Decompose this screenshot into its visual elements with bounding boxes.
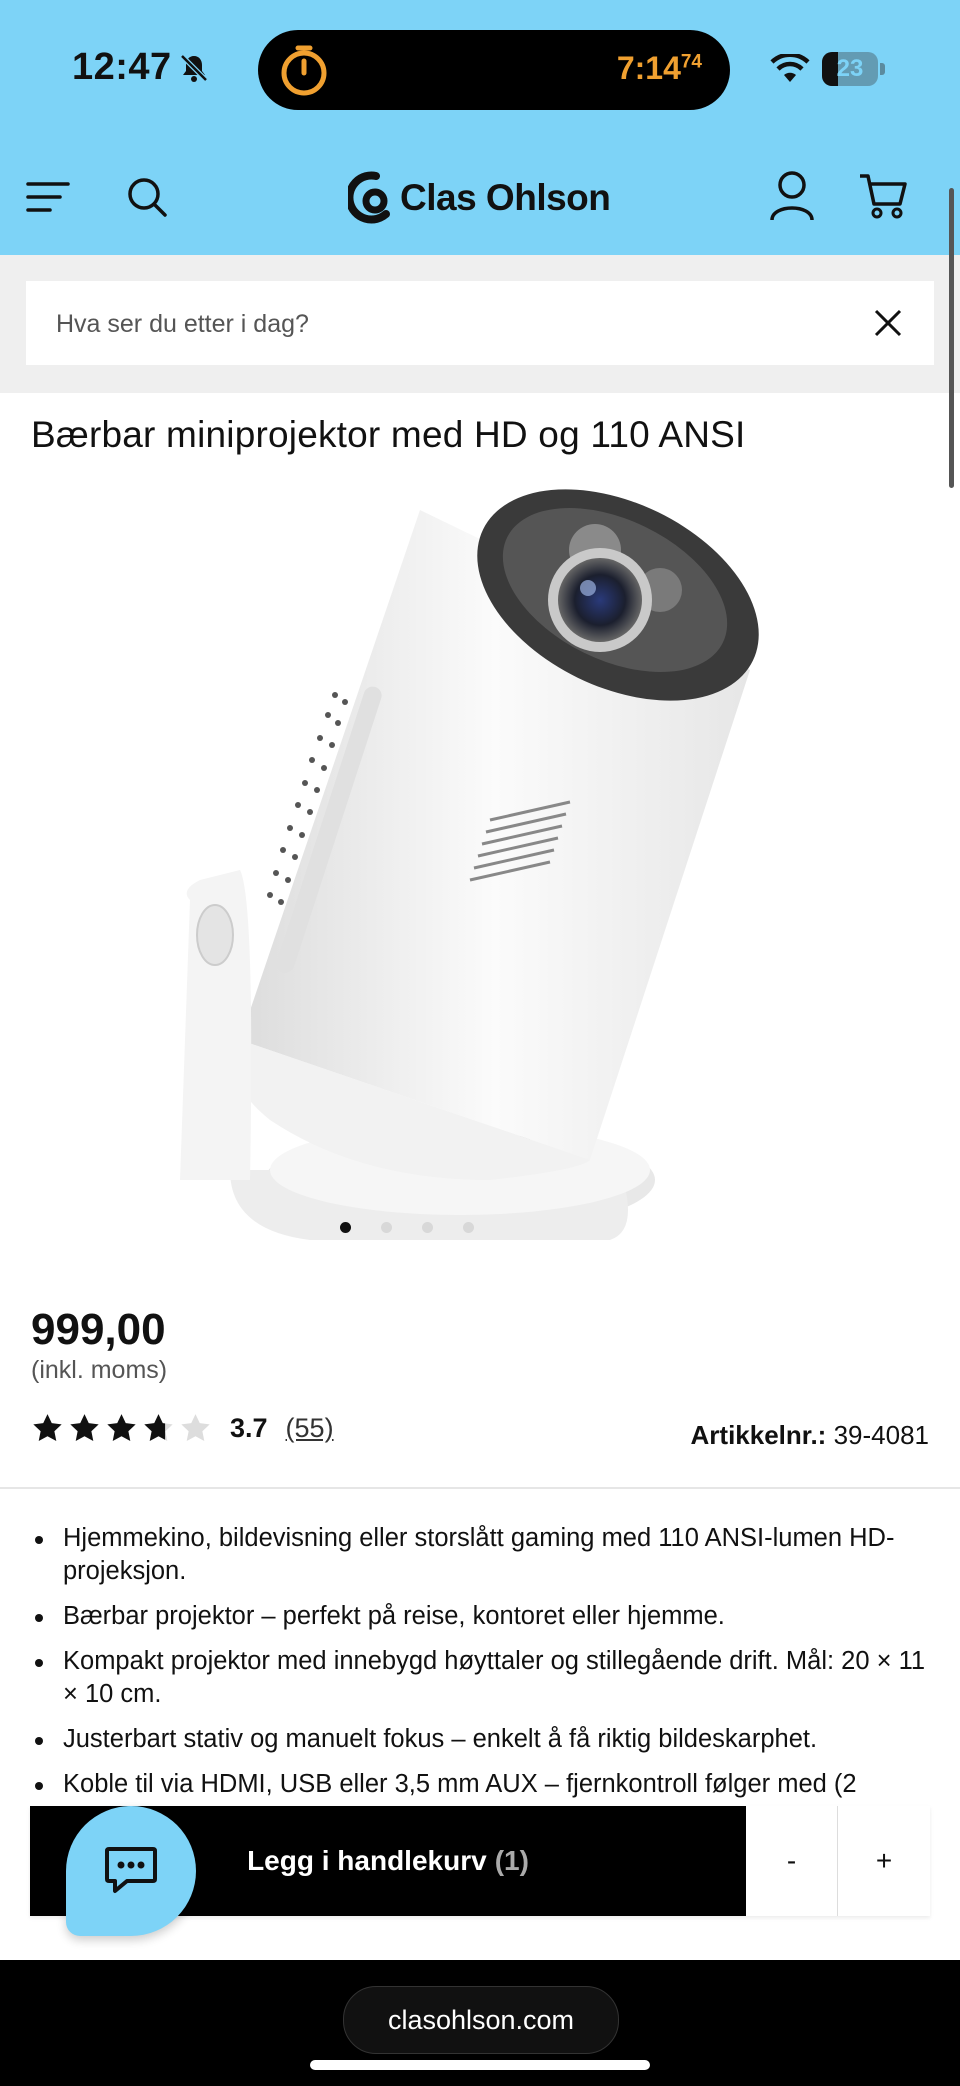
status-bar: 12:47 7:1474 23 xyxy=(0,0,960,140)
quantity-decrease-button[interactable]: - xyxy=(746,1806,838,1916)
article-number: Artikkelnr.: 39-4081 xyxy=(691,1420,929,1451)
carousel-dot[interactable] xyxy=(340,1222,351,1233)
carousel-dot[interactable] xyxy=(422,1222,433,1233)
divider xyxy=(0,1487,960,1489)
brand-logo[interactable]: Clas Ohlson xyxy=(348,168,611,228)
browser-bar: clasohlson.com xyxy=(0,1960,960,2086)
feature-item: Koble til via HDMI, USB eller 3,5 mm AUX… xyxy=(31,1768,931,1801)
rating-value: 3.7 xyxy=(230,1413,268,1443)
dynamic-island[interactable]: 7:1474 xyxy=(258,30,730,110)
reviews-link[interactable]: (55) xyxy=(286,1413,334,1444)
chat-icon xyxy=(105,1847,157,1893)
timer-icon xyxy=(281,45,327,96)
home-indicator[interactable] xyxy=(310,2060,650,2070)
battery-level: 23 xyxy=(836,55,864,82)
site-header: Clas Ohlson xyxy=(0,140,960,255)
status-time: 12:47 xyxy=(72,46,172,88)
feature-item: Bærbar projektor – perfekt på reise, kon… xyxy=(31,1600,931,1633)
add-to-cart-label: Legg i handlekurv xyxy=(247,1845,487,1876)
quantity-increase-button[interactable]: + xyxy=(838,1806,930,1916)
timer-readout: 7:1474 xyxy=(616,50,702,86)
chat-button[interactable] xyxy=(66,1806,196,1936)
search-box xyxy=(26,281,934,367)
logo-icon xyxy=(348,171,390,224)
search-bar xyxy=(0,255,960,393)
product-features: Hjemmekino, bildevisning eller storslått… xyxy=(31,1522,931,1813)
search-icon[interactable] xyxy=(126,176,168,218)
image-carousel-dots xyxy=(340,1222,474,1233)
menu-icon[interactable] xyxy=(26,180,70,214)
star-icon xyxy=(107,1414,136,1442)
article-label: Artikkelnr.: xyxy=(690,1420,827,1450)
carousel-dot[interactable] xyxy=(463,1222,474,1233)
star-icon xyxy=(33,1414,62,1442)
vat-note: (inkl. moms) xyxy=(31,1356,168,1384)
product-title: Bærbar miniprojektor med HD og 110 ANSI xyxy=(31,414,746,455)
feature-item: Justerbart stativ og manuelt fokus – enk… xyxy=(31,1723,931,1756)
wifi-icon xyxy=(770,54,810,82)
close-icon[interactable] xyxy=(872,307,904,339)
article-value: 39-4081 xyxy=(833,1420,929,1450)
star-empty-icon xyxy=(181,1414,210,1442)
scrollbar[interactable] xyxy=(949,188,954,488)
carousel-dot[interactable] xyxy=(381,1222,392,1233)
url-field[interactable]: clasohlson.com xyxy=(343,1986,619,2054)
cart-icon[interactable] xyxy=(858,172,908,220)
battery-icon: 23 xyxy=(822,52,886,86)
product-image[interactable] xyxy=(160,480,800,1260)
product-rating: 3.7 (55) xyxy=(31,1412,334,1445)
star-half-icon xyxy=(144,1414,173,1442)
cart-quantity: (1) xyxy=(494,1845,529,1876)
product-price: 999,00 xyxy=(31,1305,166,1354)
bell-slash-icon xyxy=(180,54,208,82)
star-icon xyxy=(70,1414,99,1442)
account-icon[interactable] xyxy=(768,170,816,222)
feature-item: Kompakt projektor med innebygd høyttaler… xyxy=(31,1645,931,1711)
feature-item: Hjemmekino, bildevisning eller storslått… xyxy=(31,1522,931,1588)
brand-name: Clas Ohlson xyxy=(400,177,611,218)
search-input[interactable] xyxy=(54,281,858,367)
